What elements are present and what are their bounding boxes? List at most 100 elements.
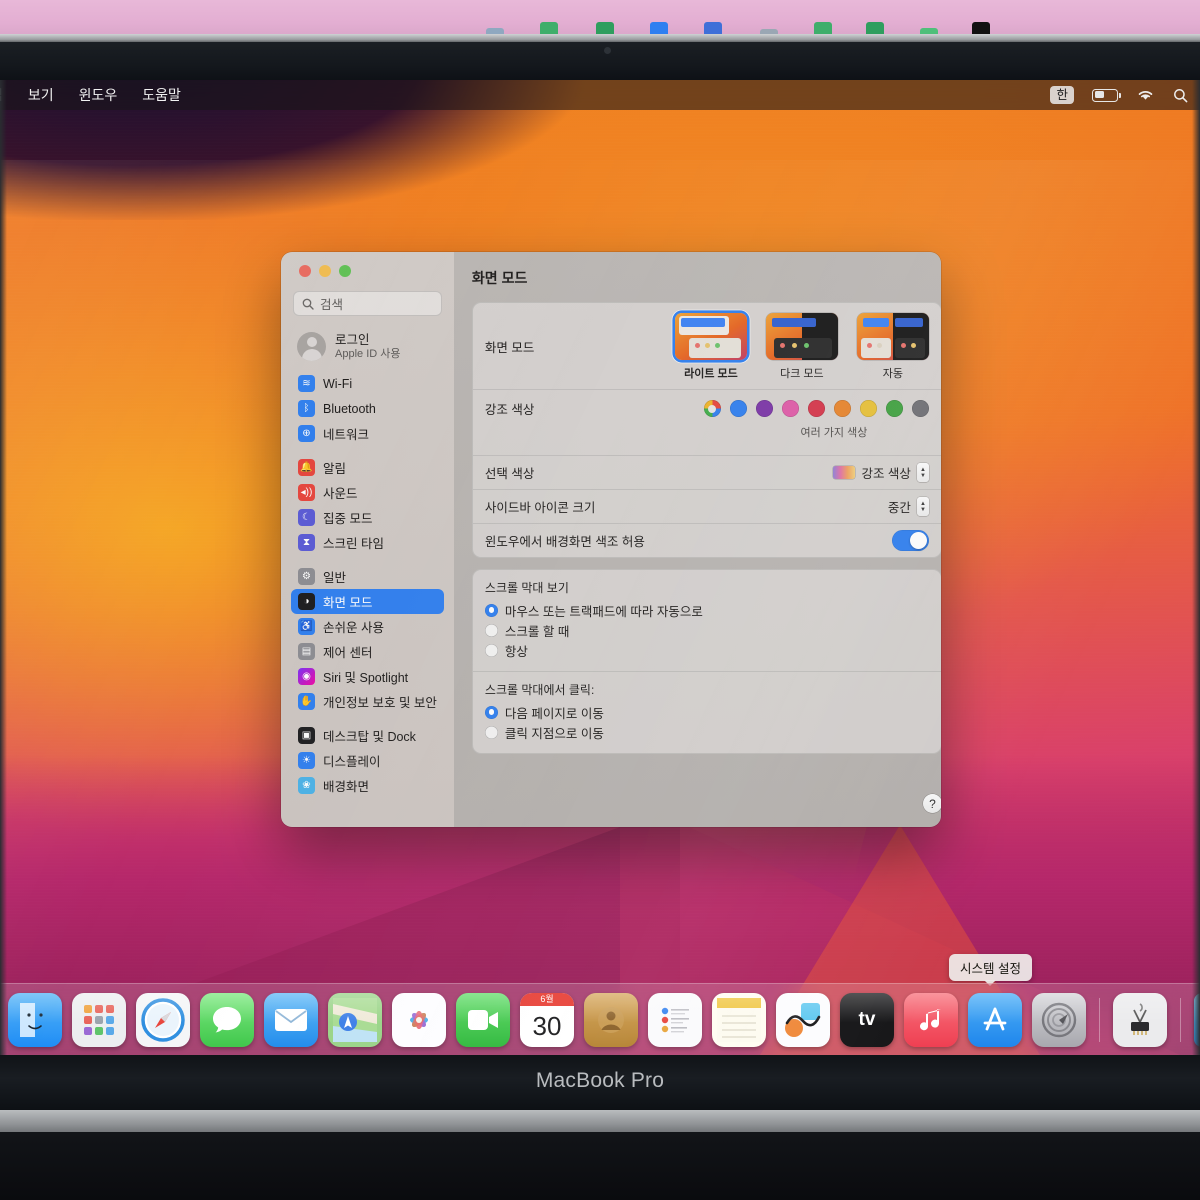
sidebar-item-notifications[interactable]: 🔔 알림 [291, 455, 444, 480]
wallpaper-tinting-toggle[interactable] [891, 530, 929, 551]
accent-swatch-pink[interactable] [781, 400, 799, 417]
sidebar-item-control-center[interactable]: ▤ 제어 센터 [291, 639, 444, 664]
sidebar-item-label: 디스플레이 [323, 755, 381, 769]
dock-item-mail[interactable] [264, 992, 318, 1047]
sidebar-item-label: 사운드 [323, 487, 358, 501]
appearance-option-dark[interactable]: 다크 모드 [765, 313, 838, 381]
sidebar-item-network[interactable]: ⊕ 네트워크 [291, 421, 444, 446]
sidebar-item-label: 손쉬운 사용 [323, 621, 384, 635]
sidebar-item-wallpaper[interactable]: ❀ 배경화면 [291, 773, 444, 798]
sidebar-group-system: ⚙ 일반 ◑ 화면 모드 ♿ 손쉬운 사용 ▤ 제어 센터 ◉ Siri 및 S… [291, 564, 444, 714]
wifi-icon: ≋ [298, 375, 315, 392]
sidebar-item-sound[interactable]: ◂)) 사운드 [291, 480, 444, 505]
accent-swatch-yellow[interactable] [859, 400, 877, 417]
sidebar-item-accessibility[interactable]: ♿ 손쉬운 사용 [291, 614, 444, 639]
dock-item-safari[interactable] [136, 992, 190, 1047]
radio-when-scrolling[interactable]: 스크롤 할 때 [484, 620, 929, 640]
sidebar-item-label: Bluetooth [323, 401, 376, 416]
radio-always[interactable]: 항상 [484, 640, 929, 660]
highlight-color-popup-button[interactable]: ▲ ▼ [916, 463, 929, 482]
system-settings-window[interactable]: 검색 로그인 Apple ID 사용 ≋ Wi-Fi ᛒ Bluetooth ⊕… [281, 252, 941, 827]
dock-item-reminders[interactable] [648, 992, 702, 1047]
help-button[interactable]: ? [922, 794, 941, 813]
sidebar[interactable]: 검색 로그인 Apple ID 사용 ≋ Wi-Fi ᛒ Bluetooth ⊕… [281, 252, 454, 827]
menu-bar-items: 집 보기 윈도우 도움말 [0, 85, 181, 105]
dock-item-apple-tv[interactable]: tv [840, 992, 894, 1047]
input-source-icon[interactable]: 한 [1050, 86, 1074, 104]
radio-jump-to-spot[interactable]: 클릭 지점으로 이동 [484, 722, 929, 742]
radio-auto-scrollbar[interactable]: 마우스 또는 트랙패드에 따라 자동으로 [484, 600, 929, 620]
accent-swatch-orange[interactable] [833, 400, 851, 417]
sidebar-item-general[interactable]: ⚙ 일반 [291, 564, 444, 589]
accent-color-swatches[interactable] [703, 400, 929, 417]
appearance-option-label: 자동 [882, 368, 904, 380]
menu-item-help[interactable]: 도움말 [142, 85, 181, 105]
appearance-mode-options[interactable]: 라이트 모드 다크 모드 자동 [674, 309, 929, 383]
dock-item-maps[interactable] [328, 992, 382, 1047]
dock-item-photos[interactable] [392, 992, 446, 1047]
dock-item-app-store[interactable] [968, 992, 1022, 1047]
sidebar-icon-size-popup-button[interactable]: ▲ ▼ [916, 497, 929, 516]
sidebar-item-siri-spotlight[interactable]: ◉ Siri 및 Spotlight [291, 664, 444, 689]
radio-indicator [484, 705, 498, 719]
radio-indicator [484, 623, 498, 637]
accent-swatch-graphite[interactable] [911, 400, 929, 417]
sidebar-group-desktop: ▣ 데스크탑 및 Dock ☀ 디스플레이 ❀ 배경화면 [291, 723, 444, 798]
device-brand-label: MacBook Pro [535, 1069, 665, 1092]
dock-item-messages[interactable] [200, 992, 254, 1047]
minimize-button[interactable] [319, 265, 331, 277]
apple-account-item[interactable]: 로그인 Apple ID 사용 [291, 328, 444, 371]
window-controls[interactable] [291, 252, 444, 277]
sidebar-icon-size-label: 사이드바 아이콘 크기 [484, 501, 596, 515]
highlight-color-row[interactable]: 선택 색상 강조 색상 ▲ ▼ [472, 455, 941, 489]
sidebar-item-screen-time[interactable]: ⧗ 스크린 타임 [291, 530, 444, 555]
dock-item-freeform[interactable] [776, 992, 830, 1047]
accent-swatch-multicolor[interactable] [703, 400, 721, 417]
settings-pane: 화면 모드 화면 모드 라이트 모드 다크 모드 자동 강조 색상 여러 가지 … [453, 252, 941, 827]
sidebar-group-alerts: 🔔 알림 ◂)) 사운드 ☾ 집중 모드 ⧗ 스크린 타임 [291, 455, 444, 555]
radio-jump-next-page[interactable]: 다음 페이지로 이동 [484, 702, 929, 722]
sidebar-icon-size-row[interactable]: 사이드바 아이콘 크기 중간 ▲ ▼ [472, 489, 941, 523]
search-icon [302, 298, 314, 310]
dock-item-contacts[interactable] [584, 992, 638, 1047]
wifi-icon[interactable] [1136, 88, 1155, 102]
menu-item-view[interactable]: 보기 [28, 85, 54, 105]
dock-item-launchpad[interactable] [72, 992, 126, 1047]
accessibility-icon: ♿ [298, 618, 315, 635]
dock-item-finder[interactable] [8, 992, 62, 1047]
battery-icon[interactable] [1092, 88, 1121, 102]
accent-swatch-purple[interactable] [755, 400, 773, 417]
search-icon[interactable] [1173, 88, 1188, 103]
close-button[interactable] [299, 265, 311, 277]
dock-item-calendar[interactable]: 6월 30 [520, 992, 574, 1047]
dock-tooltip: 시스템 설정 [949, 954, 1032, 981]
sidebar-item-privacy-security[interactable]: ✋ 개인정보 보호 및 보안 [291, 689, 444, 714]
menu-bar[interactable]: 집 보기 윈도우 도움말 한 [0, 80, 1200, 110]
accent-swatch-red[interactable] [807, 400, 825, 417]
sidebar-item-displays[interactable]: ☀ 디스플레이 [291, 748, 444, 773]
dock-item-music[interactable] [904, 992, 958, 1047]
maximize-button[interactable] [339, 265, 351, 277]
dock[interactable]: 6월 30 [0, 983, 1200, 1055]
dock-item-facetime[interactable] [456, 992, 510, 1047]
accent-swatch-green[interactable] [885, 400, 903, 417]
sidebar-item-desktop-dock[interactable]: ▣ 데스크탑 및 Dock [291, 723, 444, 748]
dock-item-notes[interactable] [712, 992, 766, 1047]
search-input[interactable]: 검색 [293, 291, 442, 316]
appearance-option-light[interactable]: 라이트 모드 [674, 313, 747, 381]
dock-item-system-settings[interactable] [1032, 992, 1086, 1047]
menu-item-window[interactable]: 윈도우 [79, 85, 118, 105]
sidebar-group-network: ≋ Wi-Fi ᛒ Bluetooth ⊕ 네트워크 [291, 371, 444, 446]
wallpaper-tinting-row[interactable]: 윈도우에서 배경화면 색조 허용 [472, 523, 941, 557]
dock-item-utility-app[interactable] [1113, 992, 1167, 1047]
desk-surface [0, 1132, 1200, 1200]
appearance-option-auto[interactable]: 자동 [856, 313, 929, 381]
radio-indicator [484, 603, 498, 617]
sidebar-item-focus[interactable]: ☾ 집중 모드 [291, 505, 444, 530]
hand-icon: ✋ [298, 693, 315, 710]
sidebar-item-appearance[interactable]: ◑ 화면 모드 [291, 589, 444, 614]
sidebar-item-wifi[interactable]: ≋ Wi-Fi [291, 371, 444, 396]
accent-swatch-blue[interactable] [729, 400, 747, 417]
sidebar-item-bluetooth[interactable]: ᛒ Bluetooth [291, 396, 444, 421]
account-name: 로그인 [335, 332, 370, 347]
